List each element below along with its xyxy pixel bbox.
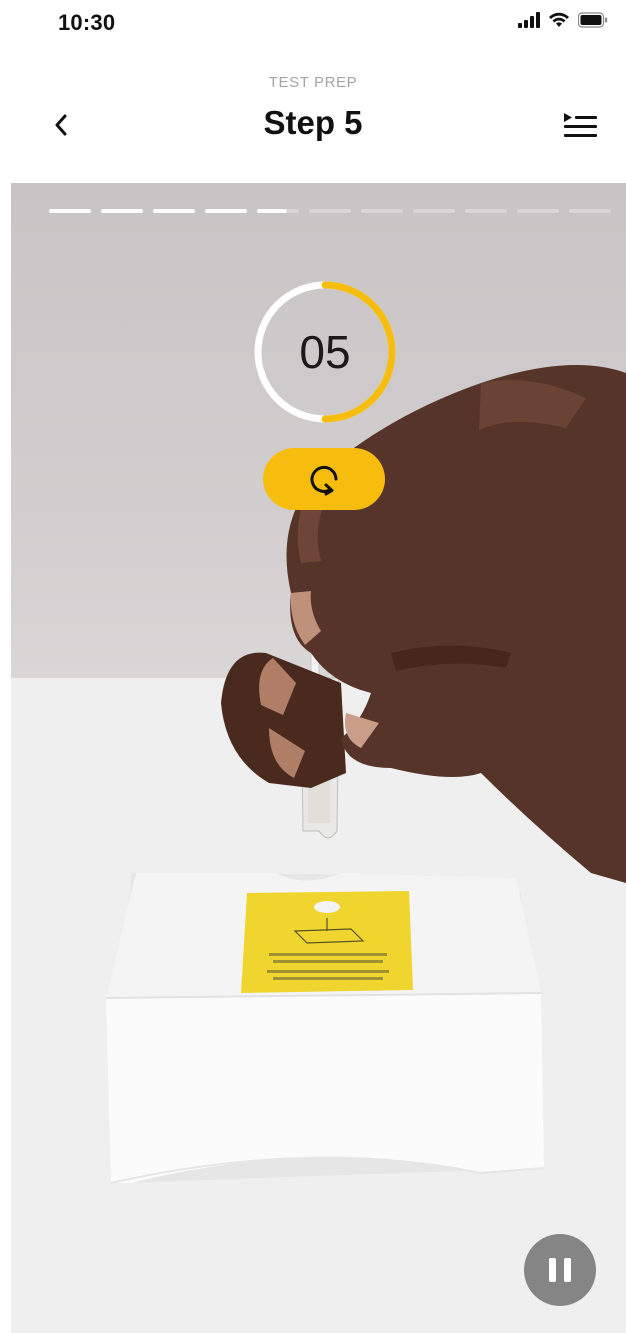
timer-value: 05	[299, 326, 351, 378]
wifi-icon	[549, 12, 569, 27]
pause-button[interactable]	[524, 1234, 596, 1306]
instruction-video[interactable]: 05	[11, 183, 626, 1333]
section-label: TEST PREP	[268, 74, 358, 91]
progress-segment	[257, 209, 299, 213]
status-time: 10:30	[58, 10, 116, 35]
step-progress-bar	[49, 209, 611, 213]
progress-segment	[101, 209, 143, 213]
status-icons	[518, 12, 608, 28]
header: TEST PREP Step 5	[0, 46, 626, 182]
progress-segment	[153, 209, 195, 213]
progress-segment	[309, 209, 351, 213]
steps-menu-button[interactable]	[560, 110, 600, 142]
cellular-signal-icon	[518, 12, 540, 28]
replay-button[interactable]	[263, 448, 385, 510]
progress-segment	[569, 209, 611, 213]
battery-icon	[578, 12, 608, 28]
progress-segment	[517, 209, 559, 213]
page-title: Step 5	[263, 104, 363, 141]
progress-segment	[465, 209, 507, 213]
progress-segment	[49, 209, 91, 213]
progress-segment	[205, 209, 247, 213]
pause-icon	[545, 1258, 575, 1282]
replay-icon	[310, 465, 338, 496]
screen: 10:30 TEST PREP Step 5 05	[0, 0, 626, 1333]
step-list-icon	[564, 113, 597, 137]
progress-segment	[361, 209, 403, 213]
countdown-timer: 05	[251, 278, 399, 426]
progress-segment	[413, 209, 455, 213]
status-bar: 10:30	[0, 0, 626, 46]
